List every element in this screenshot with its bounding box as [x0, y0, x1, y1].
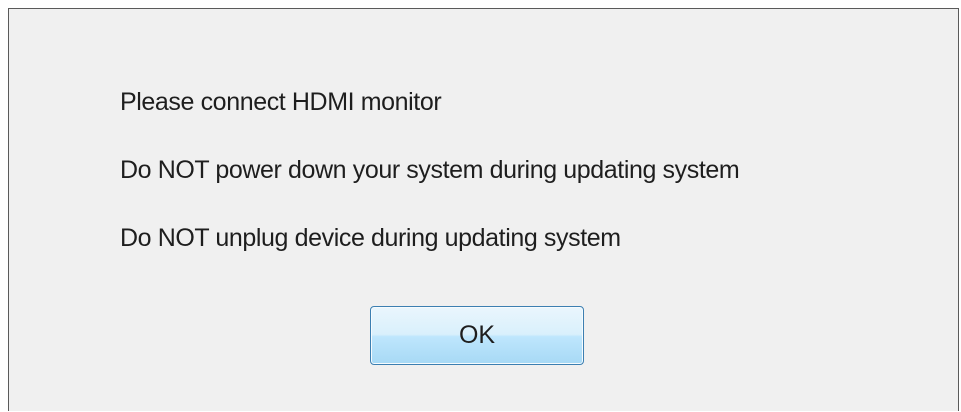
message-do-not-power-down: Do NOT power down your system during upd… — [120, 156, 740, 184]
ok-button[interactable]: OK — [370, 306, 584, 365]
update-warning-dialog: Please connect HDMI monitor Do NOT power… — [8, 8, 959, 411]
message-connect-hdmi: Please connect HDMI monitor — [120, 88, 442, 116]
message-do-not-unplug: Do NOT unplug device during updating sys… — [120, 224, 621, 252]
